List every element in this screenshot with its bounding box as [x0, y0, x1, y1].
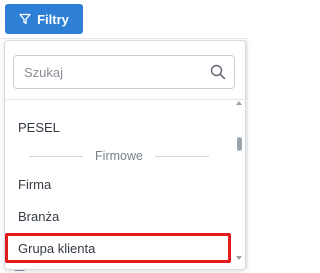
list-item-label: Firma	[18, 176, 52, 192]
list-item-branza[interactable]: Branża	[5, 202, 233, 230]
search-icon[interactable]	[210, 64, 226, 80]
list-item-label: Branża	[18, 208, 60, 224]
search-input[interactable]	[14, 57, 204, 87]
background-divider	[0, 38, 248, 39]
field-list: PESEL Firmowe Firma Branża Grupa klienta	[5, 100, 233, 269]
list-item-firma[interactable]: Firma	[5, 170, 233, 198]
scrollbar-thumb[interactable]	[237, 137, 242, 151]
funnel-icon	[19, 13, 31, 25]
list-item-label: PESEL	[18, 119, 60, 135]
filter-button[interactable]: Filtry	[5, 4, 83, 34]
filter-dropdown: PESEL Firmowe Firma Branża Grupa klienta	[4, 40, 246, 270]
list-item-label: Grupa klienta	[18, 240, 96, 256]
list-item-grupa-klienta[interactable]: Grupa klienta	[5, 234, 233, 262]
list-item-pesel[interactable]: PESEL	[5, 113, 233, 141]
group-header-label: Firmowe	[95, 149, 143, 163]
filter-button-label: Filtry	[37, 11, 69, 27]
scroll-down-arrow[interactable]	[236, 256, 242, 260]
scroll-up-arrow[interactable]	[236, 101, 242, 105]
search-box	[13, 55, 235, 89]
group-header-firmowe: Firmowe	[5, 146, 233, 166]
group-divider-right	[154, 155, 209, 157]
group-divider-left	[29, 155, 84, 157]
